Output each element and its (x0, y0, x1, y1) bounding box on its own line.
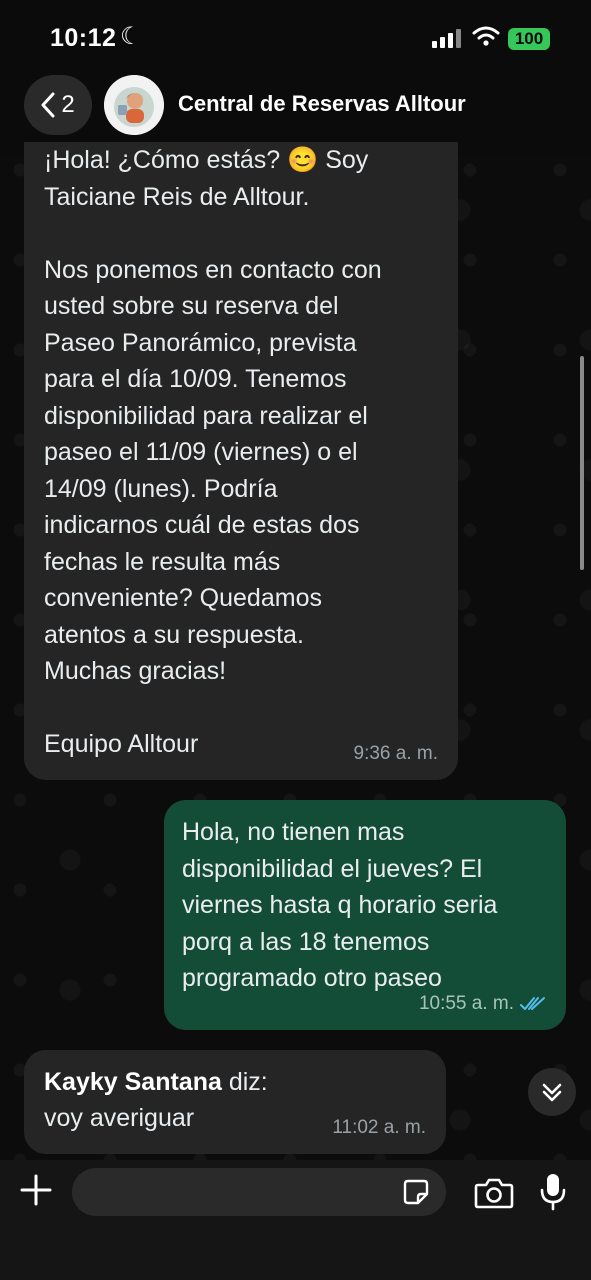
message-time: 11:02 a. m. (332, 1117, 426, 1138)
message-time: 10:55 a. m. (419, 986, 546, 1023)
avatar[interactable] (104, 75, 164, 135)
status-time: 10:12 (50, 24, 117, 52)
wifi-icon (472, 26, 500, 46)
chat-title[interactable]: Central de Reservas Alltour (178, 91, 466, 117)
double-chevron-down-icon (542, 1083, 562, 1102)
double-check-icon (520, 996, 545, 1010)
message-composer (0, 1160, 591, 1280)
message-input[interactable] (72, 1168, 446, 1216)
message-incoming[interactable]: ¡Hola! ¿Cómo estás? 😊 Soy Taiciane Reis … (24, 142, 458, 780)
status-bar: 10:12 ☾ 100 (0, 0, 591, 80)
message-outgoing[interactable]: Hola, no tienen mas disponibilidad el ju… (164, 800, 566, 1030)
message-time: 9:36 a. m. (353, 742, 439, 764)
moon-icon: ☾ (120, 23, 142, 50)
avatar-image (104, 75, 164, 135)
sticker-icon[interactable] (402, 1178, 430, 1206)
chevron-left-icon (41, 92, 55, 118)
scroll-to-bottom-button[interactable] (528, 1068, 576, 1116)
back-button[interactable]: 2 (24, 75, 92, 135)
message-time-label: 10:55 a. m. (418, 992, 514, 1014)
sender-suffix: diz: (221, 1068, 268, 1096)
message-text: ¡Hola! ¿Cómo estás? 😊 Soy Taiciane Reis … (44, 146, 382, 758)
message-incoming[interactable]: Kayky Santana diz: voy averiguar 11:02 a… (24, 1050, 446, 1154)
camera-icon[interactable] (474, 1176, 514, 1210)
microphone-icon[interactable] (538, 1172, 568, 1212)
scrollbar[interactable] (580, 356, 584, 570)
sender-name[interactable]: Kayky Santana (44, 1068, 222, 1096)
message-sender: Kayky Santana diz: (44, 1064, 446, 1100)
message-text: Hola, no tienen mas disponibilidad el ju… (182, 818, 498, 992)
plus-icon[interactable] (18, 1172, 54, 1208)
signal-icon (432, 28, 462, 48)
unread-count: 2 (61, 91, 75, 118)
battery-indicator: 100 (508, 28, 550, 50)
